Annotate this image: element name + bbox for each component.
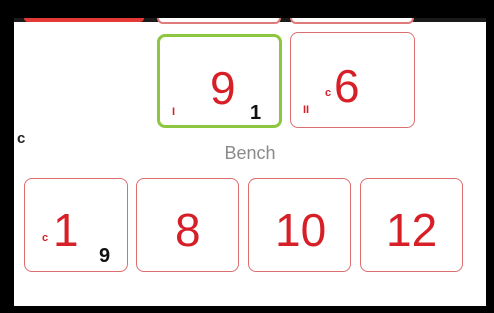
bench-card-10[interactable]: 10 — [248, 178, 351, 272]
player-card-6[interactable]: II c 6 — [290, 32, 415, 128]
bench-card-12[interactable]: 12 — [360, 178, 463, 272]
player-count: 1 — [250, 102, 262, 124]
lineup-screen: c 9 I 1 II c 6 Bench c 1 9 8 10 12 — [14, 18, 486, 306]
player-number: 12 — [386, 204, 438, 256]
partial-card-top-middle — [157, 18, 281, 24]
player-number: 9 — [210, 62, 236, 114]
player-count: 9 — [99, 245, 111, 267]
bench-label: Bench — [224, 143, 276, 163]
partial-card-top-right — [290, 18, 414, 24]
player-number: 6 — [334, 60, 360, 112]
player-number: 8 — [175, 204, 201, 256]
player-number: 1 — [53, 204, 79, 256]
position-mark: II — [303, 104, 310, 116]
prefix-mark: c — [42, 232, 49, 244]
bench-card-1[interactable]: c 1 9 — [24, 178, 128, 272]
position-mark: I — [172, 106, 176, 118]
bench-card-8[interactable]: 8 — [136, 178, 239, 272]
partial-card-top-left — [24, 18, 144, 22]
player-card-9[interactable]: 9 I 1 — [157, 34, 282, 128]
prefix-mark: c — [325, 87, 332, 99]
player-number: 10 — [275, 204, 327, 256]
